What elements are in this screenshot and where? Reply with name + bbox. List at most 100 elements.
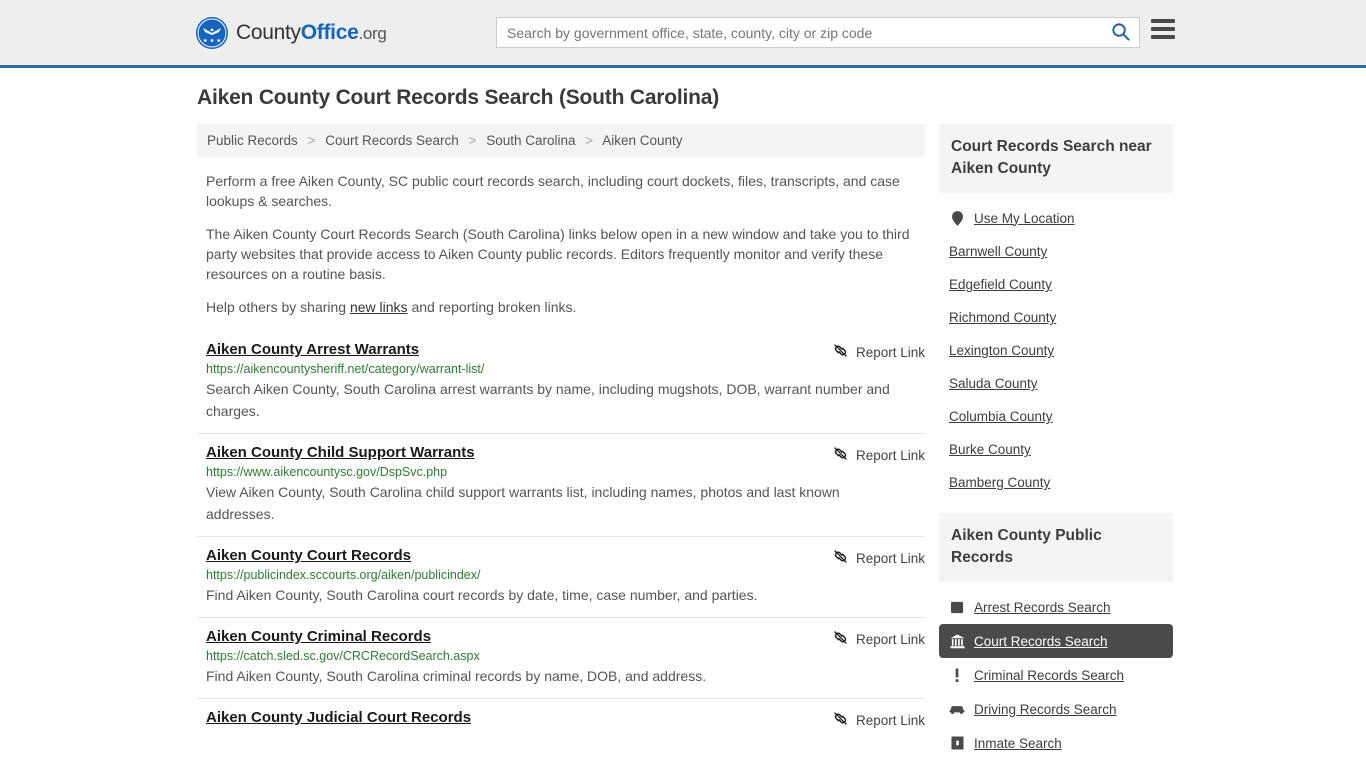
report-link-button[interactable]: Report Link	[832, 548, 925, 568]
intro-p3-before: Help others by sharing	[206, 299, 350, 315]
broken-link-icon	[832, 342, 849, 362]
sidebar-item-court-records-search[interactable]: Court Records Search	[939, 624, 1173, 658]
result-item: Aiken County Court Records https://publi…	[197, 536, 925, 617]
car-icon	[949, 701, 965, 717]
sidebar-link[interactable]: Columbia County	[949, 409, 1053, 424]
sidebar-link[interactable]: Richmond County	[949, 310, 1056, 325]
result-title-link[interactable]: Aiken County Criminal Records	[206, 628, 431, 645]
report-link-label: Report Link	[855, 631, 925, 647]
sidebar-item-columbia-county[interactable]: Columbia County	[939, 400, 1173, 433]
report-link-label: Report Link	[855, 712, 925, 728]
sidebar-link[interactable]: Arrest Records Search	[974, 600, 1111, 615]
intro-paragraph-1: Perform a free Aiken County, SC public c…	[206, 173, 900, 209]
breadcrumb-separator: >	[307, 133, 316, 148]
result-url: https://publicindex.sccourts.org/aiken/p…	[206, 568, 481, 582]
hamburger-menu-icon[interactable]	[1151, 19, 1175, 39]
result-item: Aiken County Arrest Warrants https://aik…	[197, 331, 925, 433]
result-description: Find Aiken County, South Carolina court …	[206, 587, 758, 603]
result-title-link[interactable]: Aiken County Judicial Court Records	[206, 709, 471, 726]
sidebar-item-use-my-location[interactable]: Use My Location	[939, 201, 1173, 235]
sidebar-item-driving-records-search[interactable]: Driving Records Search	[939, 692, 1173, 726]
sidebar-link[interactable]: Burke County	[949, 442, 1031, 457]
sidebar-link[interactable]: Criminal Records Search	[974, 668, 1124, 683]
sidebar-link[interactable]: Use My Location	[974, 211, 1075, 226]
breadcrumb-item-aiken-county[interactable]: Aiken County	[602, 133, 682, 148]
sidebar-item-edgefield-county[interactable]: Edgefield County	[939, 268, 1173, 301]
intro-paragraph-2: The Aiken County Court Records Search (S…	[206, 226, 910, 282]
sidebar-item-burke-county[interactable]: Burke County	[939, 433, 1173, 466]
sidebar-public-records-heading: Aiken County Public Records	[939, 513, 1173, 582]
hamburger-bar	[1151, 27, 1175, 31]
sidebar-item-lexington-county[interactable]: Lexington County	[939, 334, 1173, 367]
new-links-link[interactable]: new links	[350, 299, 408, 315]
sidebar-link[interactable]: Court Records Search	[974, 634, 1108, 649]
site-logo-text: CountyOffice.org	[236, 21, 387, 45]
result-title-link[interactable]: Aiken County Child Support Warrants	[206, 444, 475, 461]
breadcrumb-item-public-records[interactable]: Public Records	[207, 133, 298, 148]
logo-text-org: .org	[358, 23, 387, 43]
sidebar-item-arrest-records-search[interactable]: Arrest Records Search	[939, 590, 1173, 624]
result-title-link[interactable]: Aiken County Arrest Warrants	[206, 341, 419, 358]
courthouse-icon	[949, 633, 965, 649]
square-icon	[949, 599, 965, 615]
report-link-button[interactable]: Report Link	[832, 445, 925, 465]
map-pin-icon	[949, 210, 965, 226]
search-button[interactable]	[1101, 18, 1139, 47]
hamburger-bar	[1151, 19, 1175, 23]
sidebar-item-criminal-records-search[interactable]: Criminal Records Search	[939, 658, 1173, 692]
sidebar-link[interactable]: Edgefield County	[949, 277, 1052, 292]
search-input[interactable]	[497, 18, 1101, 47]
page-container: Aiken County Court Records Search (South…	[193, 68, 1173, 768]
report-link-label: Report Link	[855, 344, 925, 360]
hamburger-bar	[1151, 35, 1175, 39]
result-item: Aiken County Child Support Warrants http…	[197, 433, 925, 536]
sidebar-link[interactable]: Lexington County	[949, 343, 1054, 358]
report-link-button[interactable]: Report Link	[832, 342, 925, 362]
sidebar-nearby-box: Court Records Search near Aiken County U…	[939, 124, 1173, 499]
sidebar-nearby-heading: Court Records Search near Aiken County	[939, 124, 1173, 193]
sidebar-public-records-box: Aiken County Public Records Arrest Recor…	[939, 513, 1173, 760]
breadcrumb-separator: >	[468, 133, 477, 148]
sidebar-item-saluda-county[interactable]: Saluda County	[939, 367, 1173, 400]
sidebar-item-richmond-county[interactable]: Richmond County	[939, 301, 1173, 334]
main-column: Public Records > Court Records Search > …	[197, 124, 925, 741]
logo-text-office: Office	[300, 20, 359, 44]
breadcrumb-separator: >	[585, 133, 594, 148]
report-link-label: Report Link	[855, 447, 925, 463]
report-link-label: Report Link	[855, 550, 925, 566]
sidebar-item-barnwell-county[interactable]: Barnwell County	[939, 235, 1173, 268]
site-logo[interactable]: CountyOffice.org	[196, 16, 387, 49]
page-title: Aiken County Court Records Search (South…	[197, 86, 720, 109]
sidebar-nearby-list: Use My Location Barnwell County Edgefiel…	[939, 193, 1173, 499]
broken-link-icon	[832, 629, 849, 649]
breadcrumb: Public Records > Court Records Search > …	[197, 124, 925, 157]
exclamation-icon	[949, 667, 965, 683]
report-link-button[interactable]: Report Link	[832, 629, 925, 649]
sidebar-link[interactable]: Bamberg County	[949, 475, 1050, 490]
eagle-seal-icon	[196, 16, 228, 49]
breadcrumb-item-court-records-search[interactable]: Court Records Search	[325, 133, 459, 148]
search-bar	[496, 17, 1140, 48]
result-url: https://catch.sled.sc.gov/CRCRecordSearc…	[206, 649, 480, 663]
sidebar-link[interactable]: Barnwell County	[949, 244, 1047, 259]
content-columns: Public Records > Court Records Search > …	[193, 124, 1173, 768]
sidebar-public-records-list: Arrest Records Search Court Records Sear…	[939, 582, 1173, 760]
broken-link-icon	[832, 710, 849, 730]
result-description: Find Aiken County, South Carolina crimin…	[206, 668, 707, 684]
site-header: CountyOffice.org	[0, 0, 1366, 68]
sidebar-item-bamberg-county[interactable]: Bamberg County	[939, 466, 1173, 499]
sidebar-link[interactable]: Saluda County	[949, 376, 1038, 391]
result-item: Aiken County Criminal Records https://ca…	[197, 617, 925, 698]
sidebar-link[interactable]: Driving Records Search	[974, 702, 1117, 717]
result-url: https://www.aikencountysc.gov/DspSvc.php	[206, 465, 448, 479]
sidebar-link[interactable]: Inmate Search	[974, 736, 1062, 751]
result-description: View Aiken County, South Carolina child …	[206, 484, 840, 522]
breadcrumb-item-south-carolina[interactable]: South Carolina	[486, 133, 575, 148]
sidebar-item-inmate-search[interactable]: Inmate Search	[939, 726, 1173, 760]
result-description: Search Aiken County, South Carolina arre…	[206, 381, 890, 419]
result-title-link[interactable]: Aiken County Court Records	[206, 547, 411, 564]
search-icon	[1111, 22, 1130, 44]
results-list: Aiken County Arrest Warrants https://aik…	[197, 331, 925, 741]
jail-icon	[949, 735, 965, 751]
report-link-button[interactable]: Report Link	[832, 710, 925, 730]
